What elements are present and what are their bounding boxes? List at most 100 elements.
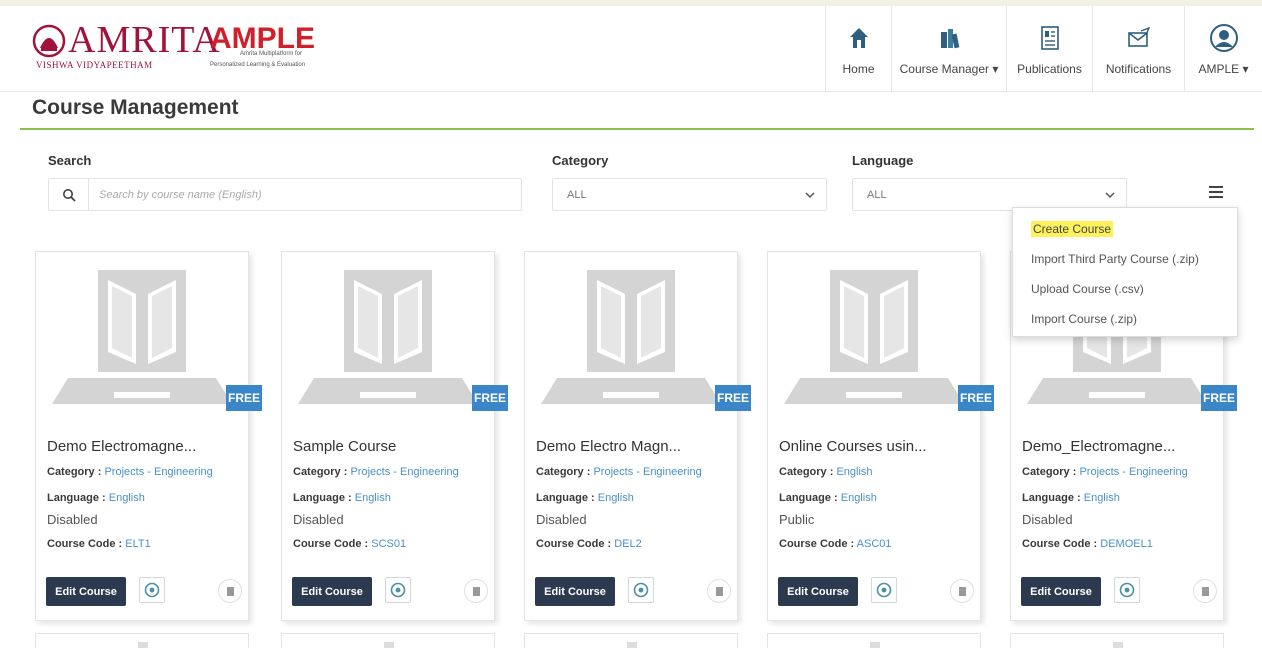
notification-icon	[1127, 27, 1150, 47]
publication-icon	[1040, 26, 1059, 50]
view-course-button[interactable]	[628, 577, 654, 603]
category-key: Category :	[779, 466, 834, 478]
trash-icon	[715, 586, 723, 596]
nav-publications[interactable]: Publications	[1006, 6, 1092, 92]
category-key: Category :	[293, 466, 348, 478]
menu-item-import-course[interactable]: Import Course (.zip)	[1013, 308, 1237, 338]
course-status: Disabled	[536, 512, 587, 527]
title-divider	[20, 128, 1254, 130]
edit-course-button[interactable]: Edit Course	[46, 577, 126, 606]
course-actions-dropdown: Create Course Import Third Party Course …	[1012, 207, 1238, 337]
course-language: Language : English	[47, 492, 145, 504]
category-key: Category :	[47, 466, 102, 478]
course-title[interactable]: Demo Electro Magn...	[536, 438, 681, 455]
language-value: English	[597, 492, 634, 504]
course-thumbnail-icon	[870, 642, 880, 648]
view-course-button[interactable]	[1114, 577, 1140, 603]
search-input[interactable]	[89, 179, 521, 210]
nav-course-manager[interactable]: Course Manager ▾	[891, 6, 1006, 92]
course-code-key: Course Code :	[536, 538, 612, 550]
nav-publications-label: Publications	[1017, 62, 1082, 76]
nav-notifications[interactable]: Notifications	[1092, 6, 1184, 92]
course-card-partial[interactable]	[524, 633, 738, 648]
language-key: Language :	[293, 492, 352, 504]
category-select[interactable]: ALL	[552, 178, 827, 211]
menu-item-upload-csv[interactable]: Upload Course (.csv)	[1013, 278, 1237, 308]
user-avatar-icon	[1209, 24, 1238, 52]
course-status: Disabled	[293, 512, 344, 527]
course-code: Course Code : ELT1	[47, 538, 151, 550]
trash-icon	[472, 586, 480, 596]
course-title[interactable]: Demo_Electromagne...	[1022, 438, 1175, 455]
logo-tagline: Amrita Multiplatform for	[240, 51, 303, 57]
course-title[interactable]: Online Courses usin...	[779, 438, 927, 455]
course-code-value: DEMOEL1	[1100, 538, 1153, 550]
category-label: Category	[552, 153, 609, 168]
trash-icon	[1201, 586, 1209, 596]
books-icon	[941, 29, 960, 49]
nav-home[interactable]: Home	[825, 6, 891, 92]
course-language: Language : English	[536, 492, 634, 504]
delete-course-button[interactable]	[950, 579, 974, 603]
language-key: Language :	[47, 492, 106, 504]
hamburger-menu-icon[interactable]	[1209, 186, 1223, 200]
delete-course-button[interactable]	[464, 579, 488, 603]
amrita-seal-icon	[32, 24, 66, 58]
course-status: Disabled	[1022, 512, 1073, 527]
logo-tagline: Personalized Learning & Evaluation	[210, 62, 306, 68]
course-card-partial[interactable]	[1010, 633, 1224, 648]
menu-item-import-third-party[interactable]: Import Third Party Course (.zip)	[1013, 248, 1237, 278]
view-course-button[interactable]	[385, 577, 411, 603]
language-select-value: ALL	[867, 188, 887, 201]
course-card[interactable]: FREE Demo Electro Magn... Category : Proje…	[524, 251, 751, 621]
delete-course-button[interactable]	[218, 579, 242, 603]
menu-item-create-course[interactable]: Create Course	[1013, 218, 1237, 248]
view-course-button[interactable]	[139, 577, 165, 603]
category-value: Projects - Engineering	[104, 466, 213, 478]
language-key: Language :	[536, 492, 595, 504]
amrita-ample-logo[interactable]: AMRITA VISHWA VIDYAPEETHAM AMPLE Amrita …	[32, 20, 332, 80]
language-value: English	[354, 492, 391, 504]
course-category: Category : English	[779, 466, 873, 478]
course-title[interactable]: Demo Electromagne...	[47, 438, 196, 455]
category-value: English	[836, 466, 873, 478]
course-title[interactable]: Sample Course	[293, 438, 396, 455]
trash-icon	[226, 586, 234, 596]
course-thumbnail-icon	[384, 642, 394, 648]
edit-course-button[interactable]: Edit Course	[1021, 577, 1101, 606]
nav-notifications-label: Notifications	[1105, 62, 1172, 76]
search-icon[interactable]	[49, 179, 89, 210]
view-course-button[interactable]	[871, 577, 897, 603]
edit-course-button[interactable]: Edit Course	[292, 577, 372, 606]
course-card[interactable]: FREE Sample Course Category : Projects - E…	[281, 251, 508, 621]
edit-course-button[interactable]: Edit Course	[778, 577, 858, 606]
course-status: Public	[779, 512, 815, 527]
course-category: Category : Projects - Engineering	[293, 466, 459, 478]
eye-icon	[390, 582, 406, 598]
nav-course-manager-label: Course Manager ▾	[899, 62, 999, 76]
course-card-partial[interactable]	[767, 633, 981, 648]
course-code-value: SCS01	[371, 538, 407, 550]
course-language: Language : English	[779, 492, 877, 504]
course-card[interactable]: FREE Online Courses usin... Category : Eng…	[767, 251, 994, 621]
free-badge: FREE	[958, 385, 994, 411]
language-label: Language	[852, 153, 914, 168]
eye-icon	[144, 582, 160, 598]
edit-course-button[interactable]: Edit Course	[535, 577, 615, 606]
language-value: English	[840, 492, 877, 504]
course-thumbnail-icon	[138, 642, 148, 648]
course-card-partial[interactable]	[281, 633, 495, 648]
category-key: Category :	[1022, 466, 1077, 478]
delete-course-button[interactable]	[1193, 579, 1217, 603]
delete-course-button[interactable]	[707, 579, 731, 603]
course-card[interactable]: FREE Demo Electromagne... Category : Proje…	[35, 251, 262, 621]
course-category: Category : Projects - Engineering	[536, 466, 702, 478]
language-value: English	[108, 492, 145, 504]
course-thumbnail-icon	[36, 252, 248, 412]
course-code-key: Course Code :	[47, 538, 123, 550]
eye-icon	[633, 582, 649, 598]
nav-user-menu[interactable]: AMPLE ▾	[1184, 6, 1262, 92]
course-card-partial[interactable]	[35, 633, 249, 648]
main-nav: Home Course Manager ▾ Publications Notif…	[825, 6, 1262, 92]
free-badge: FREE	[472, 385, 508, 411]
